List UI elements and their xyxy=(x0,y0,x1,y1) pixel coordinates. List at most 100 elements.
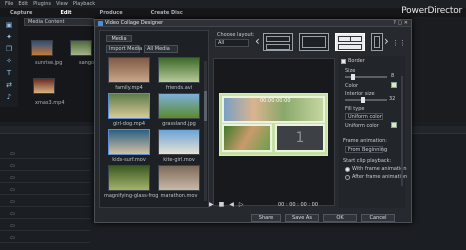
track-toggle-icon[interactable]: ▭ xyxy=(10,223,15,229)
media-thumb[interactable] xyxy=(108,57,150,83)
option-with-frame-animation[interactable]: With frame animation xyxy=(345,166,407,172)
track-row: ▭ xyxy=(0,210,90,219)
collage-slot[interactable] xyxy=(222,124,272,152)
stop-icon[interactable]: ■ xyxy=(219,201,225,208)
menu-edit[interactable]: Edit xyxy=(18,1,28,7)
mode-produce[interactable]: Produce xyxy=(100,10,123,16)
border-checkbox[interactable] xyxy=(341,58,346,64)
track-row: ▭ xyxy=(0,162,90,171)
media-thumb[interactable] xyxy=(158,129,200,155)
size-value[interactable]: 8 xyxy=(391,73,394,79)
radio-after[interactable] xyxy=(345,174,350,180)
pip-room-icon[interactable]: ❐ xyxy=(5,45,13,53)
settings-scrollbar[interactable] xyxy=(401,76,403,186)
ok-button[interactable]: OK xyxy=(323,213,357,222)
layout-next-icon[interactable]: › xyxy=(384,34,389,48)
title-room-icon[interactable]: T xyxy=(5,69,13,77)
media-thumb[interactable] xyxy=(108,165,150,191)
start-playback-label: Start clip playback: xyxy=(343,158,392,164)
track-toggle-icon[interactable]: ▭ xyxy=(10,199,15,205)
all-media-select[interactable]: All Media xyxy=(144,45,178,53)
mode-create-disc[interactable]: Create Disc xyxy=(151,10,183,16)
media-scrollbar-thumb[interactable] xyxy=(204,91,207,121)
border-label: Border xyxy=(348,58,365,64)
menu-bar: File Edit Plugins View Playback xyxy=(0,0,466,8)
layout-option[interactable] xyxy=(371,33,383,51)
media-room-icon[interactable]: ▣ xyxy=(5,21,13,29)
mode-capture[interactable]: Capture xyxy=(10,10,32,16)
media-thumb-selected[interactable] xyxy=(108,93,150,119)
import-media-button[interactable]: Import Media xyxy=(106,45,142,53)
prev-frame-icon[interactable]: ◀ xyxy=(229,201,234,208)
layout-option[interactable] xyxy=(263,33,293,51)
transition-room-icon[interactable]: ⇄ xyxy=(5,81,13,89)
menu-file[interactable]: File xyxy=(5,1,13,7)
media-label: magnifying-glass-frog xyxy=(104,193,159,199)
next-frame-icon[interactable]: ▷ xyxy=(239,201,244,208)
layout-option-selected[interactable] xyxy=(335,33,365,51)
window-controls[interactable]: ? ▢ ✕ xyxy=(393,20,408,27)
track-toggle-icon[interactable]: ▭ xyxy=(10,175,15,181)
media-thumb[interactable] xyxy=(158,93,200,119)
uniform-color-swatch[interactable] xyxy=(391,122,397,128)
border-color-swatch[interactable] xyxy=(391,82,397,88)
app-brand: PowerDirector xyxy=(401,6,462,16)
effect-room-icon[interactable]: ✦ xyxy=(5,33,13,41)
interior-size-slider-handle[interactable] xyxy=(361,97,365,103)
media-label: kite-girl.mov xyxy=(163,157,195,163)
interior-size-slider[interactable] xyxy=(345,99,387,101)
media-scrollbar[interactable] xyxy=(204,61,207,201)
audio-room-icon[interactable]: ♪ xyxy=(5,93,13,101)
video-collage-dialog: Video Collage Designer ? ▢ ✕ Choose layo… xyxy=(94,19,412,223)
track-row: ▭ xyxy=(0,198,90,207)
media-label: kids-surf.mov xyxy=(112,157,146,163)
library-thumb[interactable] xyxy=(33,78,55,94)
play-icon[interactable]: ▶ xyxy=(209,201,214,208)
fill-type-select[interactable]: Uniform color xyxy=(345,113,383,120)
layout-filter-select[interactable]: All xyxy=(215,39,249,47)
media-label: marathon.mov xyxy=(160,193,198,199)
border-option[interactable]: Border xyxy=(341,58,365,64)
library-item-label: xmas3.mp4 xyxy=(35,100,65,106)
library-item-label: sunrise.jpg xyxy=(35,60,63,66)
particle-room-icon[interactable]: ✧ xyxy=(5,57,13,65)
frame-animation-select[interactable]: From Beginning xyxy=(345,146,387,153)
media-thumb-selected[interactable] xyxy=(108,129,150,155)
option-with-label: With frame animation xyxy=(352,166,407,172)
timecode: 00 : 00 : 00 : 00 xyxy=(278,202,319,208)
track-toggle-icon[interactable]: ▭ xyxy=(10,211,15,217)
interior-size-value[interactable]: 32 xyxy=(389,96,395,102)
media-thumb[interactable] xyxy=(158,57,200,83)
menu-plugins[interactable]: Plugins xyxy=(33,1,51,7)
save-as-button[interactable]: Save As xyxy=(285,213,319,222)
dialog-titlebar: Video Collage Designer ? ▢ ✕ xyxy=(95,20,411,27)
layout-option[interactable] xyxy=(299,33,329,51)
media-label: family.mp4 xyxy=(115,85,143,91)
size-slider-handle[interactable] xyxy=(351,74,355,80)
track-toggle-icon[interactable]: ▭ xyxy=(10,187,15,193)
radio-with[interactable] xyxy=(345,166,350,172)
library-thumb[interactable] xyxy=(70,40,92,56)
grid-view-icon[interactable]: ⋮⋮ xyxy=(392,39,406,47)
media-content-select[interactable]: Media Content xyxy=(24,18,94,26)
tab-media[interactable]: Media xyxy=(106,35,132,42)
share-label: Share xyxy=(258,214,274,221)
mode-bar: Capture Edit Produce Create Disc xyxy=(10,9,250,17)
track-toggle-icon[interactable]: ▭ xyxy=(10,151,15,157)
mode-edit[interactable]: Edit xyxy=(60,10,71,16)
library-thumb[interactable] xyxy=(31,40,53,56)
menu-playback[interactable]: Playback xyxy=(73,1,95,7)
track-toggle-icon[interactable]: ▭ xyxy=(10,235,15,241)
share-button[interactable]: Share xyxy=(251,213,281,222)
option-after-frame-animation[interactable]: After frame animation xyxy=(345,174,407,180)
settings-panel: Border Size 8 Color Interior size 32 Fil… xyxy=(339,56,407,208)
layout-prev-icon[interactable]: ‹ xyxy=(255,34,260,48)
menu-view[interactable]: View xyxy=(56,1,68,7)
fill-type-label: Fill type xyxy=(345,106,365,112)
collage-slot-empty[interactable]: 1 xyxy=(275,124,325,152)
media-thumb[interactable] xyxy=(158,165,200,191)
app-icon xyxy=(98,21,103,26)
track-toggle-icon[interactable]: ▭ xyxy=(10,163,15,169)
track-row: ▭ xyxy=(0,186,90,195)
cancel-button[interactable]: Cancel xyxy=(361,213,395,222)
